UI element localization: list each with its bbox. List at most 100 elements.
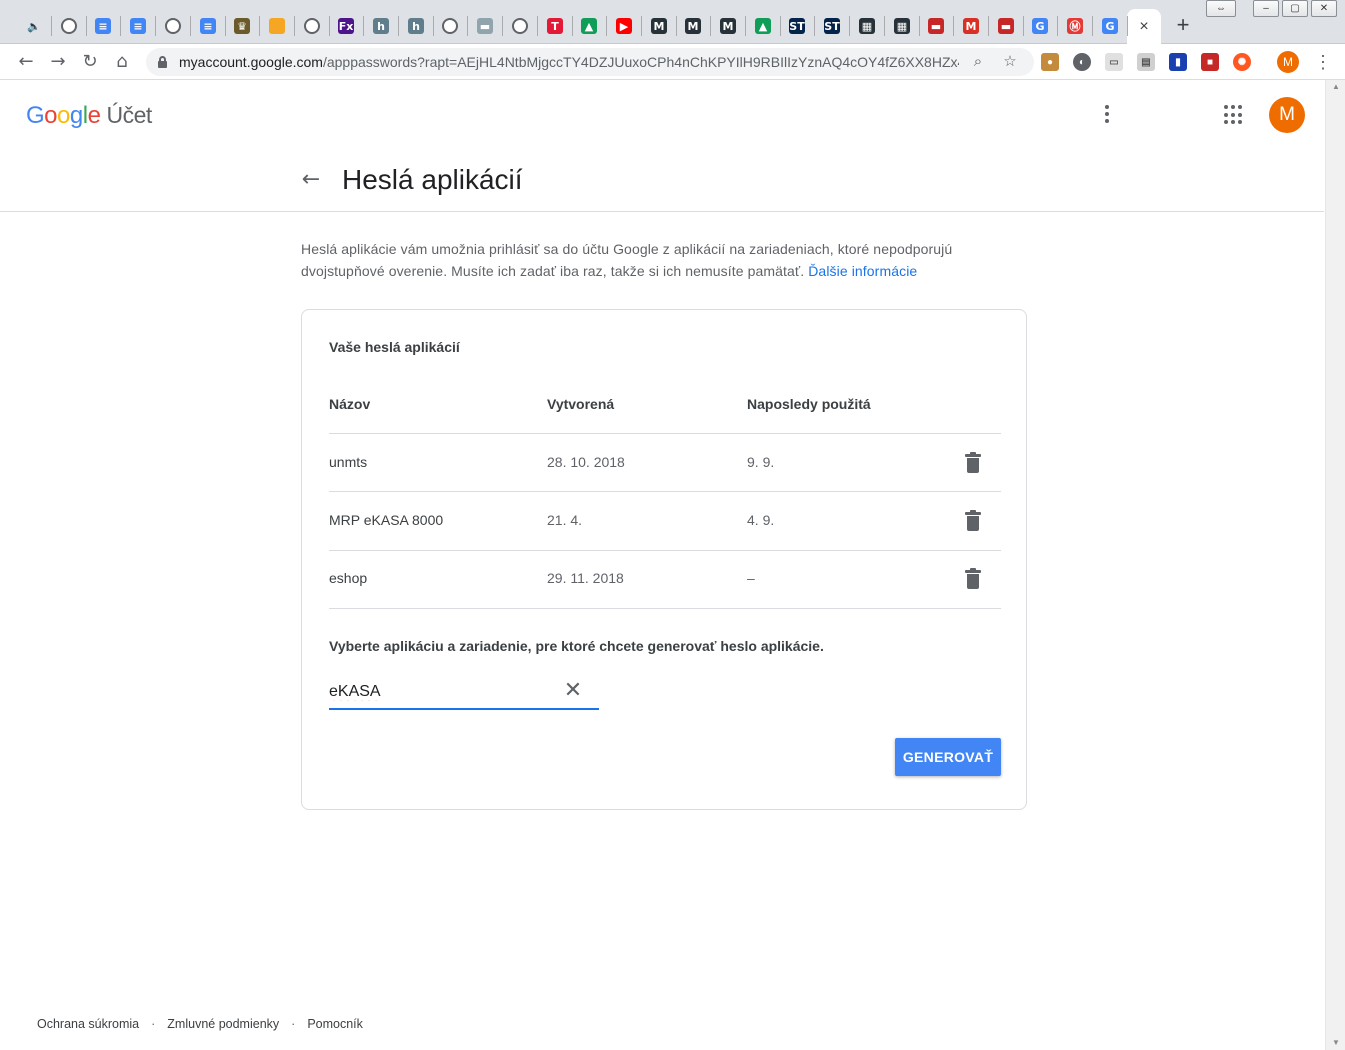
logo-letter: o <box>57 102 70 129</box>
learn-more-link[interactable]: Ďalšie informácie <box>808 263 917 279</box>
card-title: Vaše heslá aplikácií <box>329 339 460 355</box>
calendar-extension-icon[interactable]: ▤ <box>1137 53 1155 71</box>
browser-tab[interactable]: Ⓜ <box>1059 10 1091 42</box>
browser-tab[interactable]: M <box>677 10 709 42</box>
browser-tab[interactable]: ▲ <box>573 10 605 42</box>
browser-tab[interactable]: G <box>1024 10 1056 42</box>
record-extension-icon[interactable]: ■ <box>1201 53 1219 71</box>
logo-letter: o <box>44 102 58 129</box>
browser-tab[interactable] <box>261 10 293 42</box>
fedex-icon: Fx <box>338 18 354 34</box>
moon-extension-icon[interactable]: ◐ <box>1073 53 1091 71</box>
lock-icon[interactable] <box>158 56 167 68</box>
browser-tab[interactable] <box>296 10 328 42</box>
browser-tab[interactable] <box>504 10 536 42</box>
browser-tab[interactable] <box>157 10 189 42</box>
table-row: eshop 29. 11. 2018 – <box>329 550 1001 607</box>
zoom-icon[interactable]: ⌕ <box>968 52 988 72</box>
scroll-down-arrow[interactable]: ▼ <box>1326 1036 1345 1050</box>
clear-icon[interactable]: ✕ <box>563 680 583 702</box>
cookie-extension-icon[interactable]: ● <box>1041 53 1059 71</box>
app-name-input[interactable] <box>329 680 549 704</box>
row-last-used: 4. 9. <box>747 512 775 528</box>
browser-tab[interactable] <box>53 10 85 42</box>
reload-button[interactable]: ↻ <box>78 50 102 74</box>
url-text[interactable]: myaccount.google.com/apppasswords?rapt=A… <box>179 54 959 70</box>
browser-tab[interactable]: ▦ <box>851 10 883 42</box>
bookmark-star-icon[interactable]: ☆ <box>1000 52 1020 72</box>
app-name-field: ✕ <box>329 676 599 710</box>
window-controls: – ▢ ✕ <box>1250 0 1337 17</box>
browser-tab[interactable]: ≡ <box>122 10 154 42</box>
browser-tab[interactable]: ▲ <box>747 10 779 42</box>
help-link[interactable]: Pomocník <box>307 1017 363 1031</box>
google-apps-icon[interactable] <box>1224 105 1244 125</box>
logo-letter: e <box>87 102 101 129</box>
row-created: 28. 10. 2018 <box>547 454 625 470</box>
restore-icon[interactable]: ⇔ <box>1206 0 1236 17</box>
browser-tab[interactable]: Fx <box>330 10 362 42</box>
tab-separator <box>363 16 364 36</box>
browser-tab[interactable]: ST <box>781 10 813 42</box>
browser-tab[interactable]: ▶ <box>608 10 640 42</box>
browser-tab[interactable]: M <box>643 10 675 42</box>
browser-tab[interactable]: ST <box>816 10 848 42</box>
tab-separator <box>155 16 156 36</box>
scroll-up-arrow[interactable]: ▲ <box>1326 80 1345 94</box>
browser-tab[interactable]: 🔈 <box>18 10 50 42</box>
account-avatar[interactable]: M <box>1269 97 1305 133</box>
browser-tab[interactable]: M <box>955 10 987 42</box>
google-account-logo[interactable]: Google Účet <box>26 102 152 130</box>
browser-tab[interactable]: ▬ <box>920 10 952 42</box>
forward-button[interactable]: → <box>46 50 70 74</box>
generate-button[interactable]: GENEROVAŤ <box>895 738 1001 776</box>
close-tab-icon[interactable]: × <box>1139 18 1148 36</box>
new-tab-button[interactable]: + <box>1172 14 1194 36</box>
browser-tab[interactable]: ≡ <box>192 10 224 42</box>
browser-tab[interactable]: ≡ <box>87 10 119 42</box>
browser-profile-avatar[interactable]: M <box>1277 51 1299 73</box>
active-tab[interactable]: × <box>1127 9 1161 44</box>
home-button[interactable]: ⌂ <box>110 50 134 74</box>
more-options-icon[interactable] <box>1097 102 1117 126</box>
browser-tab[interactable]: T <box>539 10 571 42</box>
shield-crest-icon: ♛ <box>234 18 250 34</box>
address-bar[interactable]: myaccount.google.com/apppasswords?rapt=A… <box>146 48 1034 76</box>
maximize-button[interactable]: ▢ <box>1282 0 1308 17</box>
browser-tab[interactable]: ▬ <box>469 10 501 42</box>
back-arrow-icon[interactable]: ← <box>299 168 323 192</box>
browser-tab[interactable]: h <box>400 10 432 42</box>
tab-separator <box>884 16 885 36</box>
row-created: 21. 4. <box>547 512 583 528</box>
microchip-icon: Ⓜ <box>1067 18 1083 34</box>
browser-tab[interactable]: ▬ <box>990 10 1022 42</box>
tab-separator <box>51 16 52 36</box>
cast-extension-icon[interactable]: ▭ <box>1105 53 1123 71</box>
globe-icon <box>165 18 181 34</box>
gmail-icon: M <box>963 18 979 34</box>
page-scrollbar[interactable]: ▲ ▼ <box>1325 80 1345 1050</box>
browser-menu-icon[interactable]: ⋮ <box>1314 50 1332 74</box>
h-icon: h <box>408 18 424 34</box>
browser-tab[interactable]: h <box>365 10 397 42</box>
globe-icon <box>61 18 77 34</box>
delete-trash-icon[interactable] <box>965 452 981 473</box>
browser-tab[interactable]: ▦ <box>886 10 918 42</box>
minimize-button[interactable]: – <box>1253 0 1279 17</box>
close-window-button[interactable]: ✕ <box>1311 0 1337 17</box>
delete-trash-icon[interactable] <box>965 568 981 589</box>
terms-link[interactable]: Zmluvné podmienky <box>167 1017 279 1031</box>
privacy-link[interactable]: Ochrana súkromia <box>37 1017 139 1031</box>
delete-trash-icon[interactable] <box>965 510 981 531</box>
tab-separator <box>398 16 399 36</box>
browser-tab[interactable] <box>434 10 466 42</box>
browser-tab[interactable]: M <box>712 10 744 42</box>
bookmark-extension-icon[interactable]: ▮ <box>1169 53 1187 71</box>
browser-tab[interactable]: G <box>1094 10 1126 42</box>
drive-icon: ▲ <box>581 18 597 34</box>
column-header-last-used: Naposledy použitá <box>747 396 871 412</box>
back-button[interactable]: ← <box>14 50 38 74</box>
browser-tab[interactable]: ♛ <box>226 10 258 42</box>
tab-separator <box>814 16 815 36</box>
lifebuoy-extension-icon[interactable]: ✺ <box>1233 53 1251 71</box>
